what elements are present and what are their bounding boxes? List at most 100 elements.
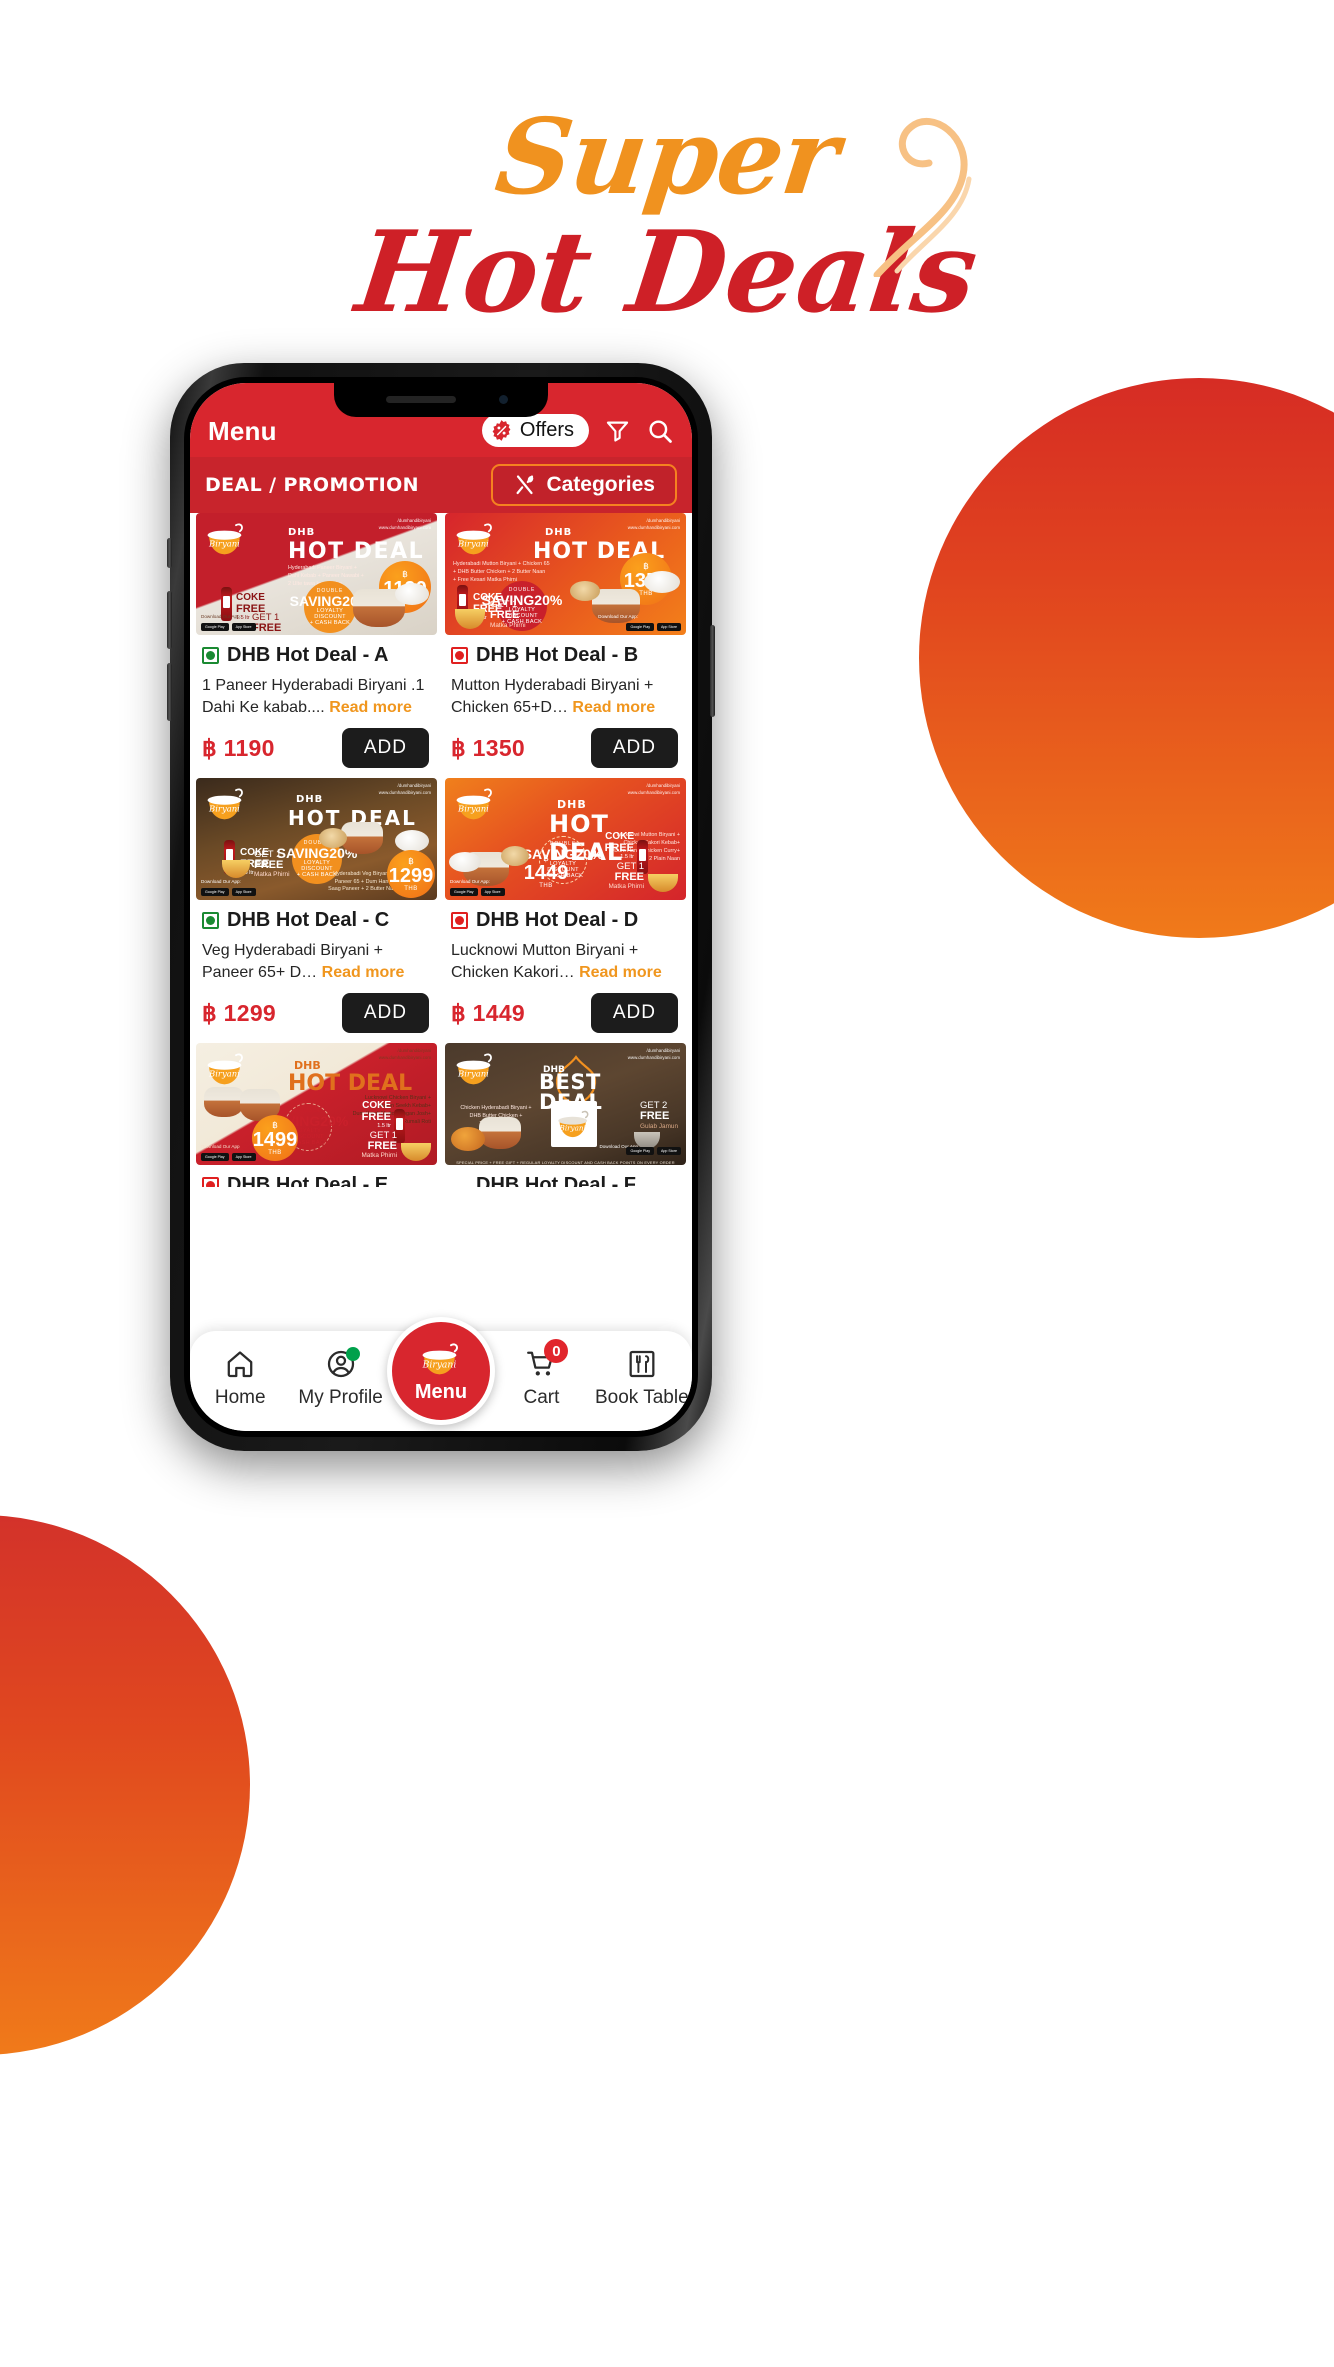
plate-food-art (395, 583, 429, 605)
nonveg-mark-icon (451, 647, 468, 664)
banner-stores-c[interactable]: Google Play App Store (201, 888, 256, 897)
deal-description-d: Lucknowi Mutton Biryani + Chicken Kakori… (445, 932, 686, 983)
svg-text:Biryani: Biryani (457, 1069, 489, 1079)
deal-price-c: ฿ 1299 (202, 999, 277, 1026)
nav-label-home: Home (214, 1387, 266, 1408)
banner-brand-c: DHB (296, 794, 324, 806)
phirni-bowl-art (648, 874, 678, 893)
brand-logo-tile: Biryani (551, 1101, 597, 1148)
banner-stores-f[interactable]: Google Play App Store (626, 1147, 681, 1156)
add-button-a[interactable]: ADD (341, 728, 429, 769)
banner-stores-d[interactable]: Google Play App Store (450, 888, 505, 897)
nav-item-home[interactable]: Home (190, 1331, 290, 1409)
banner-social-handle: /dumhandibiryani www.dumhandibiryani.com (378, 518, 431, 530)
biryani-pot-logo: Biryani (456, 523, 492, 555)
biryani-pot-logo: Biryani (456, 1053, 492, 1085)
banner-stores-a[interactable]: Google Play App Store (201, 622, 256, 631)
banner-headline-e: HOT DEAL (288, 1071, 413, 1097)
front-camera (499, 395, 508, 404)
deal-price-row-d: ฿ 1449 ADD (445, 983, 686, 1034)
banner-download-b: Download Our App: (598, 614, 638, 619)
phone-bezel: Menu Offers DEAL / PROMOTION Categories … (184, 377, 698, 1437)
deal-price-row-c: ฿ 1299 ADD (196, 983, 437, 1034)
bottom-navigation: Home My Profile 0 Cart Book Table Biryan… (190, 1317, 692, 1431)
section-title: DEAL / PROMOTION (205, 474, 419, 496)
banner-stores-e[interactable]: Google Play App Store (201, 1153, 256, 1162)
offers-label: Offers (519, 419, 574, 441)
deal-price-b: ฿ 1350 (451, 734, 526, 761)
banner-social-handle: /dumhandibiryani www.dumhandibiryani.com (378, 783, 431, 795)
phone-mute-switch[interactable] (167, 538, 172, 568)
deal-promotion-bar: DEAL / PROMOTION Categories (190, 457, 692, 513)
svg-text:Biryani: Biryani (208, 804, 240, 814)
curry-pan-art (451, 1127, 485, 1152)
earpiece-speaker (386, 396, 456, 403)
poster-canvas: Super Hot Deals Menu Offers DEAL / PROMO… (0, 0, 1334, 2367)
deal-card-d[interactable]: Biryani /dumhandibiryani www.dumhandibir… (445, 778, 686, 1044)
deal-price-a: ฿ 1190 (202, 734, 275, 761)
deal-card-a[interactable]: Biryani /dumhandibiryani www.dumhandibir… (196, 513, 437, 779)
deal-banner-d[interactable]: Biryani /dumhandibiryani www.dumhandibir… (445, 778, 686, 901)
categories-button[interactable]: Categories (491, 464, 677, 506)
add-button-d[interactable]: ADD (590, 993, 678, 1034)
nav-label-my-profile: My Profile (298, 1387, 383, 1408)
gradient-circle-right (919, 378, 1334, 938)
phone-volume-up[interactable] (167, 591, 172, 649)
read-more-link-d[interactable]: Read more (579, 964, 662, 981)
svg-text:Biryani: Biryani (457, 539, 489, 549)
add-button-c[interactable]: ADD (341, 993, 429, 1034)
profile-icon (324, 1347, 360, 1381)
deal-title-a: DHB Hot Deal - A (227, 644, 389, 666)
nav-label-cart: Cart (523, 1387, 560, 1408)
search-icon[interactable] (646, 417, 674, 445)
offers-button[interactable]: Offers (481, 414, 589, 447)
read-more-link-a[interactable]: Read more (329, 699, 412, 716)
banner-coke-d: COKE FREE 1.5 ltr (604, 831, 634, 861)
banner-download-d: Download Our App: (450, 879, 490, 885)
phirni-bowl-art (455, 609, 485, 629)
categories-label: Categories (546, 473, 655, 496)
deal-description-b: Mutton Hyderabadi Biryani + Chicken 65+D… (445, 667, 686, 718)
menu-fab-button[interactable]: Biryani Menu (387, 1317, 495, 1425)
hero-title: Super Hot Deals (0, 95, 1334, 338)
read-more-link-c[interactable]: Read more (322, 964, 405, 981)
handi-food-art (204, 1087, 244, 1118)
deal-banner-a[interactable]: Biryani /dumhandibiryani www.dumhandibir… (196, 513, 437, 635)
banner-download-e: Download Our App (201, 1144, 240, 1150)
plate-food-art (395, 830, 429, 853)
filter-icon[interactable] (604, 417, 631, 444)
phone-mockup: Menu Offers DEAL / PROMOTION Categories … (167, 363, 715, 1451)
phone-power-button[interactable] (710, 625, 715, 717)
read-more-link-b[interactable]: Read more (572, 699, 655, 716)
nav-item-cart[interactable]: 0 Cart (491, 1331, 591, 1409)
deal-title-row-b: DHB Hot Deal - B (445, 635, 686, 667)
deal-card-f[interactable]: Biryani /dumhandibiryani www.dumhandibir… (445, 1043, 686, 1187)
fork-knife-icon (513, 473, 537, 497)
add-button-b[interactable]: ADD (590, 728, 678, 769)
deal-title-row-a: DHB Hot Deal - A (196, 635, 437, 667)
nav-item-my-profile[interactable]: My Profile (290, 1331, 390, 1409)
deal-card-b[interactable]: Biryani /dumhandibiryani www.dumhandibir… (445, 513, 686, 779)
nonveg-mark-icon (202, 1177, 219, 1187)
banner-price-badge-e: ฿ 1499 THB (252, 1115, 298, 1162)
plate-food-art (644, 571, 680, 593)
deals-row: Biryani /dumhandibiryani www.dumhandibir… (190, 778, 692, 1044)
deal-title-row-f: DHB Hot Deal - F (445, 1165, 686, 1187)
banner-price-badge-d: ฿ 1449 THB (523, 852, 569, 889)
nav-item-book-table[interactable]: Book Table (592, 1331, 692, 1409)
deal-banner-f[interactable]: Biryani /dumhandibiryani www.dumhandibir… (445, 1043, 686, 1166)
svg-text:Biryani: Biryani (457, 804, 489, 814)
banner-social-handle: /dumhandibiryani www.dumhandibiryani.com (627, 1048, 680, 1060)
deal-banner-e[interactable]: Biryani /dumhandibiryani www.dumhandibir… (196, 1043, 437, 1166)
deal-card-e[interactable]: Biryani /dumhandibiryani www.dumhandibir… (196, 1043, 437, 1187)
deal-banner-c[interactable]: Biryani /dumhandibiryani www.dumhandibir… (196, 778, 437, 901)
deal-title-f: DHB Hot Deal - F (476, 1174, 636, 1187)
veg-mark-icon (202, 647, 219, 664)
deal-card-c[interactable]: Biryani /dumhandibiryani www.dumhandibir… (196, 778, 437, 1044)
phone-volume-down[interactable] (167, 663, 172, 721)
banner-free-d: GET 1 FREE Matka Phirni (608, 860, 644, 891)
banner-stores-b[interactable]: Google Play App Store (626, 622, 681, 631)
deals-list[interactable]: Biryani /dumhandibiryani www.dumhandibir… (190, 513, 692, 1187)
deal-title-row-c: DHB Hot Deal - C (196, 900, 437, 932)
deal-banner-b[interactable]: Biryani /dumhandibiryani www.dumhandibir… (445, 513, 686, 635)
